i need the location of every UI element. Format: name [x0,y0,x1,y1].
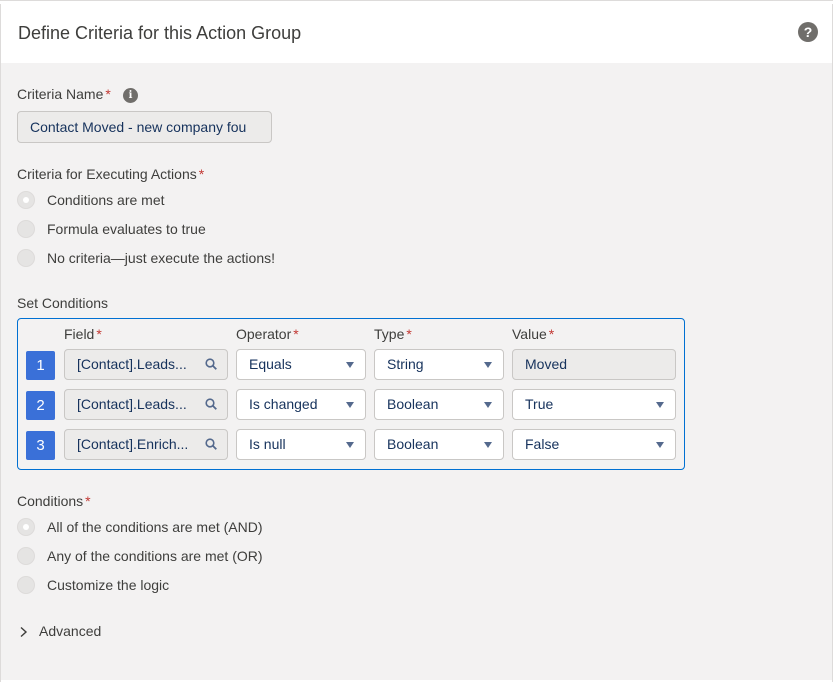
radio-button[interactable] [17,220,35,238]
panel-header: Define Criteria for this Action Group [1,4,832,63]
panel-title: Define Criteria for this Action Group [18,23,302,43]
required-marker: * [105,86,111,102]
operator-select[interactable]: Equals [236,349,366,380]
column-header-text: Type [374,326,405,342]
chevron-down-icon [484,362,492,368]
criteria-name-label: Criteria Name * [17,86,111,102]
type-select[interactable]: Boolean [374,429,504,460]
row-number: 2 [26,391,55,420]
radio-any-condition[interactable]: Any of the conditions are met (OR) [17,546,263,566]
chevron-down-icon [346,402,354,408]
criteria-name-label-text: Criteria Name [17,86,104,102]
executing-criteria-label: Criteria for Executing Actions * [17,166,204,182]
type-select[interactable]: Boolean [374,389,504,420]
search-icon [205,438,217,450]
chevron-down-icon [656,442,664,448]
radio-formula-true[interactable]: Formula evaluates to true [17,219,206,239]
executing-criteria-label-text: Criteria for Executing Actions [17,166,197,182]
value-select[interactable]: True [512,389,676,420]
column-header-operator: Operator * [236,326,299,342]
column-header-type: Type * [374,326,412,342]
radio-button[interactable] [17,191,35,209]
search-icon [205,398,217,410]
required-marker: * [198,166,205,182]
operator-select[interactable]: Is null [236,429,366,460]
required-marker: * [406,326,412,342]
question-icon[interactable]: ? [798,22,818,42]
chevron-down-icon [346,442,354,448]
operator-value: Is changed [249,396,318,412]
field-value: [Contact].Leads... [77,396,187,412]
radio-conditions-met[interactable]: Conditions are met [17,190,165,210]
type-value: Boolean [387,436,439,452]
radio-label: Any of the conditions are met (OR) [47,548,263,564]
required-marker: * [96,326,102,342]
radio-label: Customize the logic [47,577,170,593]
radio-label: Conditions are met [47,192,165,208]
chevron-down-icon [656,402,664,408]
operator-value: Is null [249,436,286,452]
field-lookup[interactable]: [Contact].Leads... [64,389,228,420]
column-header-text: Operator [236,326,292,342]
chevron-down-icon [484,442,492,448]
value-input[interactable]: Moved [512,349,676,380]
required-marker: * [85,493,91,509]
field-lookup[interactable]: [Contact].Leads... [64,349,228,380]
chevron-right-icon[interactable] [18,626,30,638]
advanced-toggle[interactable]: Advanced [39,623,101,639]
conditions-label-text: Conditions [17,493,84,509]
value-text: False [525,436,560,452]
column-header-text: Field [64,326,95,342]
radio-label: Formula evaluates to true [47,221,206,237]
set-conditions-label: Set Conditions [17,295,109,311]
row-number: 3 [26,431,55,460]
field-lookup[interactable]: [Contact].Enrich... [64,429,228,460]
column-header-value: Value * [512,326,554,342]
column-header-text: Value [512,326,547,342]
radio-button[interactable] [17,249,35,267]
required-marker: * [293,326,299,342]
value-text: True [525,396,554,412]
radio-button[interactable] [17,576,35,594]
value-select[interactable]: False [512,429,676,460]
conditions-label: Conditions * [17,493,91,509]
field-value: [Contact].Leads... [77,356,187,372]
required-marker: * [548,326,555,342]
operator-value: Equals [249,356,292,372]
row-number: 1 [26,351,55,380]
criteria-name-input[interactable]: Contact Moved - new company fou [17,111,272,143]
radio-label: All of the conditions are met (AND) [47,519,263,535]
type-value: Boolean [387,396,439,412]
operator-select[interactable]: Is changed [236,389,366,420]
field-value: [Contact].Enrich... [77,436,189,452]
type-select[interactable]: String [374,349,504,380]
radio-label: No criteria—just execute the actions! [47,250,275,266]
radio-all-conditions[interactable]: All of the conditions are met (AND) [17,517,263,537]
radio-button[interactable] [17,547,35,565]
radio-no-criteria[interactable]: No criteria—just execute the actions! [17,248,275,268]
search-icon [205,358,217,370]
info-icon[interactable]: i [123,88,138,103]
radio-button[interactable] [17,518,35,536]
chevron-down-icon [346,362,354,368]
value-text: Moved [525,356,568,372]
radio-customize-logic[interactable]: Customize the logic [17,575,169,595]
chevron-down-icon [484,402,492,408]
column-header-field: Field * [64,326,102,342]
type-value: String [387,356,424,372]
